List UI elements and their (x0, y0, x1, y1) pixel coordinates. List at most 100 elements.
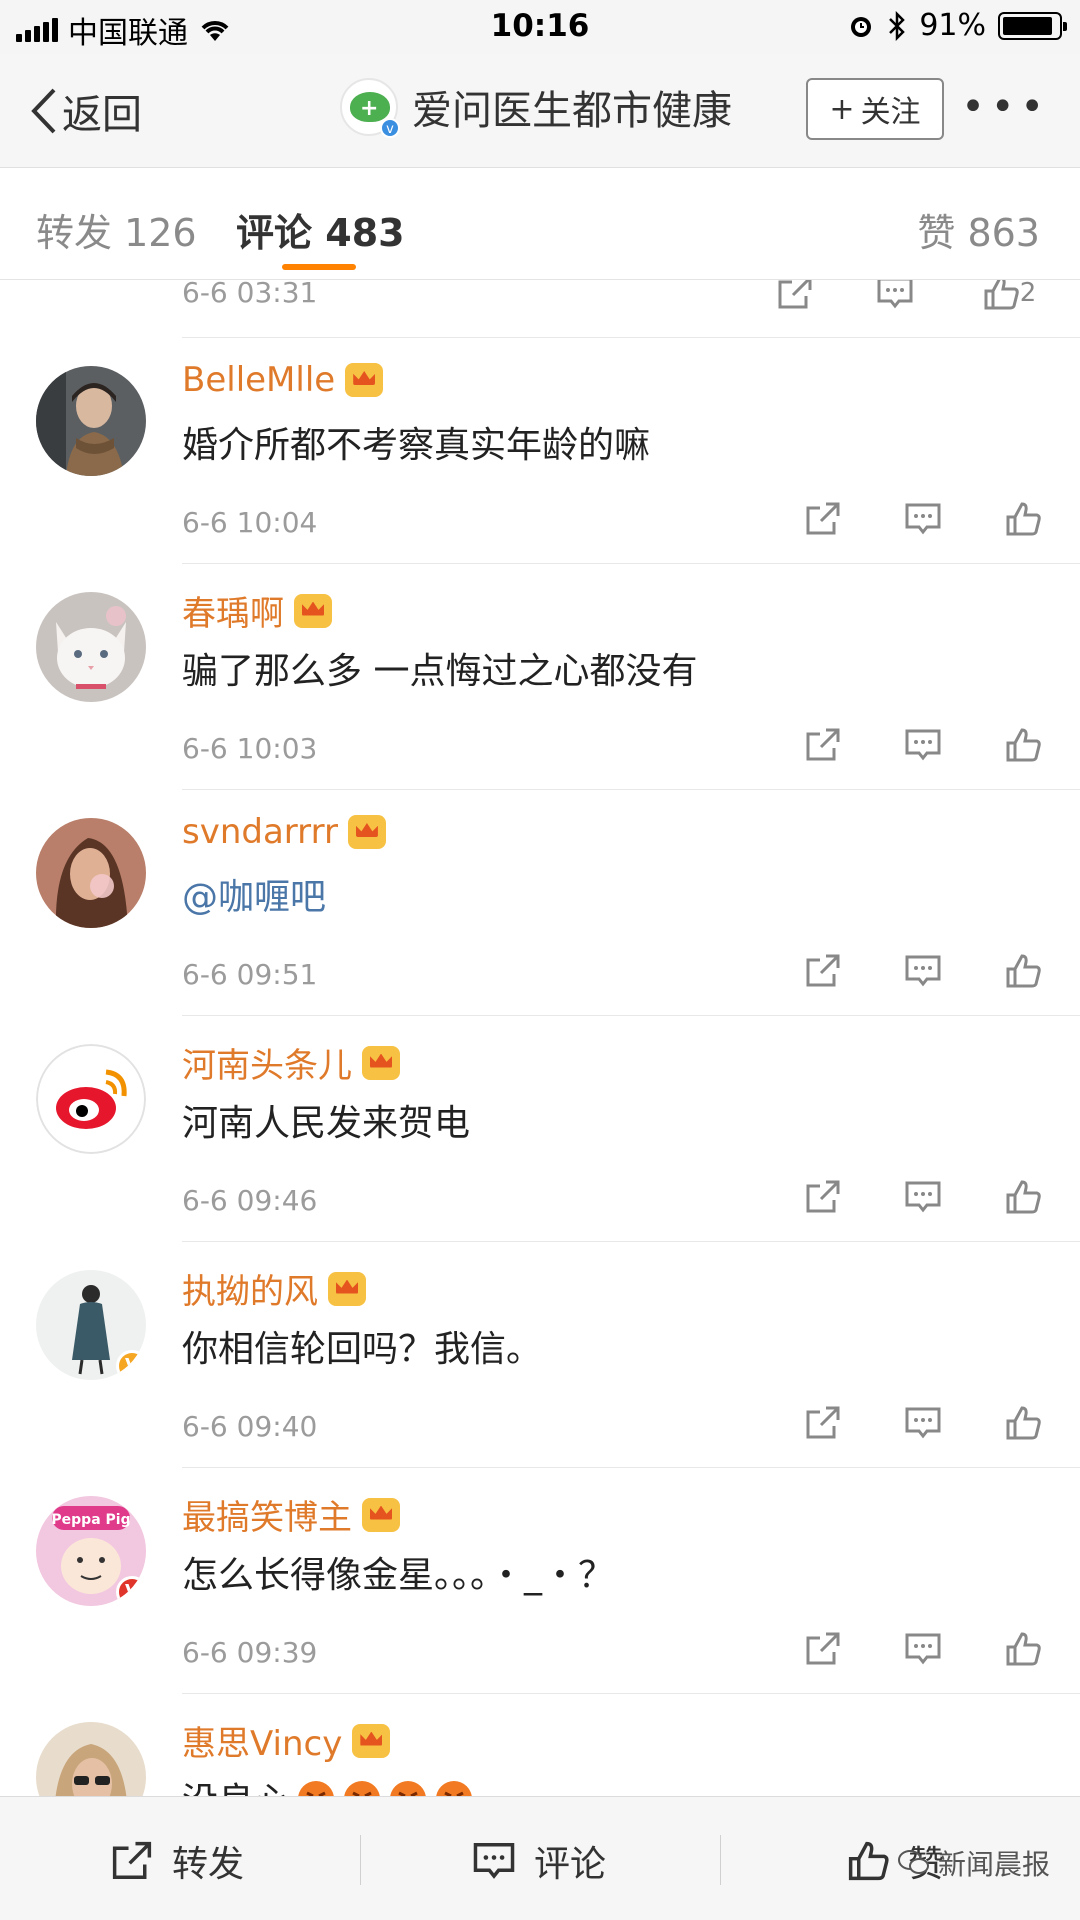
follow-button[interactable]: + 关注 (806, 78, 944, 140)
comment-time: 6-6 09:40 (182, 1410, 318, 1443)
comment-text: 没良心 (182, 1772, 474, 1796)
comment-icon[interactable] (902, 1402, 944, 1444)
more-options-icon[interactable]: ••• (961, 84, 1050, 130)
account-logo: + v (340, 78, 400, 138)
tab-comments-count: 483 (325, 211, 405, 255)
comment-icon[interactable] (902, 1176, 944, 1218)
divider (720, 1835, 721, 1885)
active-tab-indicator (282, 264, 356, 270)
like-count: 2 (1019, 280, 1037, 308)
comment-item[interactable]: 惠思Vincy 没良心 (0, 1694, 1080, 1796)
comment-actions (802, 950, 1044, 992)
avatar[interactable]: V (36, 1270, 146, 1380)
comment-text: 你相信轮回吗？我信。 (182, 1320, 542, 1372)
back-button[interactable]: 返回 (28, 82, 142, 140)
comment-text-content: @咖喱吧 (182, 877, 327, 918)
comment-item[interactable]: svndarrrr @咖喱吧 6-6 09:51 (0, 790, 1080, 1016)
comment-time: 6-6 09:51 (182, 958, 318, 991)
username-text: 最搞笑博主 (182, 1498, 352, 1538)
like-icon[interactable] (1002, 1176, 1044, 1218)
avatar[interactable] (36, 366, 146, 476)
comment-text-content: 怎么长得像金星。。。・_・？ (182, 1555, 615, 1596)
avatar[interactable] (36, 818, 146, 928)
angry-emoji-icon (390, 1781, 426, 1796)
comment-text-content: 没良心 (182, 1781, 290, 1796)
comment-item[interactable]: BelleMlle 婚介所都不考察真实年龄的嘛 6-6 10:04 (0, 338, 1080, 564)
crown-badge-icon (362, 1497, 400, 1532)
crown-badge-icon (328, 1271, 366, 1306)
comment-item[interactable]: Peppa Pig V 最搞笑博主 怎么长得像金星。。。・_・？ 6-6 09:3… (0, 1468, 1080, 1694)
comment-username[interactable]: 春瑀啊 (182, 586, 332, 635)
battery-icon (998, 11, 1067, 40)
comment-text: 河南人民发来贺电 (182, 1094, 470, 1146)
repost-icon[interactable] (802, 724, 844, 766)
comment-text: 婚介所都不考察真实年龄的嘛 (182, 416, 650, 468)
repost-icon[interactable] (802, 498, 844, 540)
like-icon[interactable] (1002, 950, 1044, 992)
comment-icon[interactable] (902, 1628, 944, 1670)
avatar[interactable] (36, 592, 146, 702)
comment-username[interactable]: 惠思Vincy (182, 1716, 391, 1765)
comment-text: @咖喱吧 (182, 868, 326, 920)
avatar[interactable] (36, 1044, 146, 1154)
comment-username[interactable]: svndarrrr (182, 812, 386, 852)
like-icon[interactable] (1002, 1402, 1044, 1444)
like-icon[interactable] (1002, 1628, 1044, 1670)
comment-icon[interactable] (902, 498, 944, 540)
comment-username[interactable]: 河南头条儿 (182, 1038, 400, 1087)
bottom-comment-button[interactable]: 评论 (472, 1835, 606, 1887)
comment-username[interactable]: 最搞笑博主 (182, 1490, 400, 1539)
repost-icon[interactable] (802, 1402, 844, 1444)
bottom-comment-label: 评论 (534, 1844, 607, 1885)
comment-item[interactable]: V 执拗的风 你相信轮回吗？我信。 6-6 09:40 (0, 1242, 1080, 1468)
comment-username[interactable]: BelleMlle (182, 360, 384, 400)
bottom-action-bar: 转发 评论 赞 新闻晨报 (0, 1796, 1080, 1920)
comment-actions (802, 498, 1044, 540)
username-text: 执拗的风 (182, 1272, 318, 1312)
comment-list[interactable]: 6-6 03:31 2 BelleMlle 婚介所都不考察真实年龄的嘛 6-6 … (0, 280, 1080, 1796)
chevron-left-icon (31, 88, 56, 134)
crown-badge-icon (345, 363, 384, 397)
comment-username[interactable]: 执拗的风 (182, 1264, 366, 1313)
nav-bar: 返回 + v 爱问医生都市健康 + 关注 ••• (0, 54, 1080, 168)
comment-text: 骗了那么多 一点悔过之心都没有 (182, 642, 697, 694)
username-text: 惠思Vincy (182, 1724, 343, 1764)
verified-badge-icon: V (116, 1350, 146, 1380)
like-icon[interactable]: 2 (974, 280, 1044, 314)
tab-comments[interactable]: 评论 483 (236, 202, 405, 257)
comment-icon[interactable] (874, 280, 916, 314)
bottom-repost-button[interactable]: 转发 (110, 1835, 244, 1887)
like-icon (848, 1841, 889, 1881)
repost-icon (112, 1841, 152, 1879)
alarm-icon (851, 16, 872, 37)
comment-item[interactable]: 河南头条儿 河南人民发来贺电 6-6 09:46 (0, 1016, 1080, 1242)
username-text: svndarrrr (182, 812, 338, 852)
comment-text-content: 河南人民发来贺电 (182, 1103, 471, 1144)
tab-likes[interactable]: 赞 863 (917, 202, 1040, 257)
tab-repost[interactable]: 转发 126 (36, 202, 197, 257)
comment-icon[interactable] (902, 724, 944, 766)
comment-icon[interactable] (902, 950, 944, 992)
avatar[interactable] (36, 1722, 146, 1796)
account-title[interactable]: + v 爱问医生都市健康 (340, 78, 732, 138)
comment-item[interactable]: 春瑀啊 骗了那么多 一点悔过之心都没有 6-6 10:03 (0, 564, 1080, 790)
account-name: 爱问医生都市健康 (412, 88, 732, 134)
comment-actions: 2 (774, 280, 1044, 314)
watermark-text: 新闻晨报 (937, 1848, 1050, 1881)
crown-badge-icon (347, 815, 386, 849)
repost-icon[interactable] (802, 1176, 844, 1218)
repost-icon[interactable] (802, 1628, 844, 1670)
comment-time: 6-6 10:03 (182, 732, 318, 765)
status-bar: 中国联通 10:16 91% (0, 0, 1080, 54)
like-icon[interactable] (1002, 498, 1044, 540)
crown-badge-icon (352, 1723, 391, 1758)
divider (360, 1835, 361, 1885)
repost-icon[interactable] (774, 280, 816, 314)
like-icon[interactable] (1002, 724, 1044, 766)
comment-text-content: 你相信轮回吗？我信。 (182, 1329, 543, 1370)
repost-icon[interactable] (802, 950, 844, 992)
watermark: 新闻晨报 (897, 1843, 1050, 1883)
avatar[interactable]: Peppa Pig V (36, 1496, 146, 1606)
username-text: BelleMlle (182, 360, 336, 400)
plus-icon: + (829, 91, 855, 127)
